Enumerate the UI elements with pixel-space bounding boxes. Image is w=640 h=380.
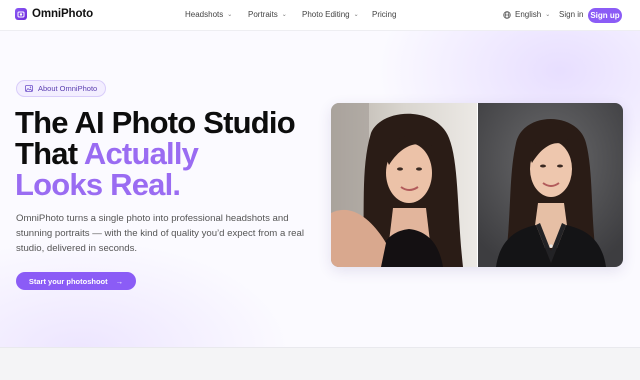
chevron-down-icon: ⌄ [545,12,551,18]
professional-headshot-photo [478,103,623,267]
nav-portraits[interactable]: Portraits ⌄ [248,10,287,19]
headline-line-3: Looks Real. [15,167,181,202]
brand-logo[interactable]: OmniPhoto [15,8,93,20]
nav-pricing-label: Pricing [372,10,397,19]
nav-photo-editing-label: Photo Editing [302,10,350,19]
headline-line-2: That Actually [15,138,315,169]
chevron-down-icon: ⌄ [281,12,287,18]
hero-headline: The AI Photo Studio That Actually Looks … [15,107,315,200]
about-pill[interactable]: About OmniPhoto [16,80,107,97]
camera-logo-icon [15,8,27,20]
arrow-right-icon: → [115,276,124,286]
hero-description: OmniPhoto turns a single photo into prof… [16,213,304,254]
nav-portraits-label: Portraits [248,10,278,19]
headline-actually: Actually [83,136,199,171]
top-nav: OmniPhoto Headshots ⌄ Portraits ⌄ Photo … [0,0,640,31]
nav-pricing[interactable]: Pricing [372,10,396,19]
nav-headshots-label: Headshots [185,10,224,19]
brand-name: OmniPhoto [32,8,94,20]
sign-in-link[interactable]: Sign in [559,10,583,19]
about-pill-label: About OmniPhoto [38,84,98,93]
before-after-photo [331,103,623,267]
headline-that: That [15,136,84,171]
nav-photo-editing[interactable]: Photo Editing ⌄ [302,10,359,19]
next-section-band [0,347,640,380]
language-selector[interactable]: English ⌄ [503,10,550,19]
image-icon [25,85,33,92]
start-photoshoot-label: Start your photoshoot [28,276,108,286]
start-photoshoot-button[interactable]: Start your photoshoot → [16,272,136,290]
selfie-photo [331,103,477,267]
language-label: English [515,10,542,19]
globe-icon [503,10,511,19]
chevron-down-icon: ⌄ [227,12,233,18]
sign-up-button[interactable]: Sign up [588,8,622,23]
chevron-down-icon: ⌄ [353,12,359,18]
nav-headshots[interactable]: Headshots ⌄ [185,10,232,19]
headline-line-1: The AI Photo Studio [15,105,296,140]
